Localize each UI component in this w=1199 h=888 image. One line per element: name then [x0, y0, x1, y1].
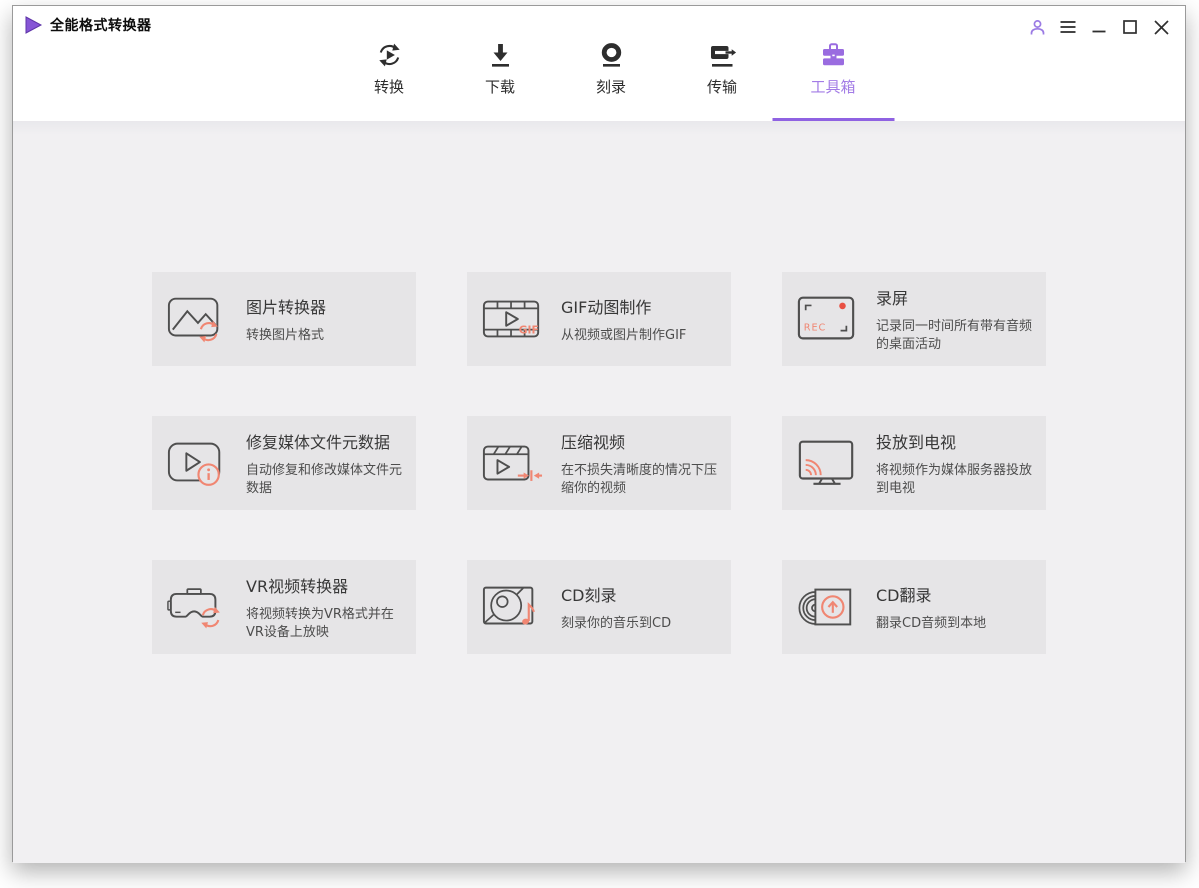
main-nav: 转换 下载 刻录 传输 工具箱 — [334, 39, 894, 121]
user-icon[interactable] — [1026, 16, 1048, 38]
card-title: 投放到电视 — [876, 432, 957, 452]
gif-icon-text: GIF — [519, 324, 539, 337]
window-controls — [1026, 16, 1172, 38]
burn-icon — [597, 39, 625, 69]
maximize-icon[interactable] — [1119, 16, 1141, 38]
card-subtitle: 将视频转换为VR格式并在VR设备上放映 — [246, 606, 394, 640]
cd-burn-icon — [482, 586, 535, 625]
card-title: CD翻录 — [876, 585, 932, 605]
menu-icon[interactable] — [1057, 16, 1079, 38]
vr-converter-icon — [167, 588, 220, 629]
card-subtitle: 翻录CD音频到本地 — [876, 615, 987, 631]
titlebar: 全能格式转换器 — [23, 15, 152, 35]
gif-maker-icon: GIF — [482, 300, 540, 338]
card-subtitle: 从视频或图片制作GIF — [561, 327, 687, 343]
toolbox-panel: 图片转换器 转换图片格式 GIF GIF动图制作 从视频或图片制作GIF REC… — [13, 121, 1185, 863]
card-cast-to-tv[interactable]: 投放到电视 将视频作为媒体服务器投放到电视 — [782, 416, 1046, 510]
tab-convert-label: 转换 — [373, 78, 404, 96]
card-title: 录屏 — [876, 288, 909, 308]
tab-burn-label: 刻录 — [595, 78, 626, 96]
tab-transfer-label: 传输 — [706, 78, 737, 96]
cd-rip-icon — [798, 588, 852, 626]
card-subtitle: 在不损失清晰度的情况下压缩你的视频 — [561, 462, 718, 496]
tab-burn[interactable]: 刻录 — [556, 39, 667, 121]
image-converter-icon — [167, 297, 219, 343]
cast-to-tv-icon — [798, 440, 854, 485]
card-subtitle: 记录同一时间所有带有音频的桌面活动 — [876, 318, 1033, 352]
card-title: GIF动图制作 — [561, 297, 652, 317]
app-logo-icon — [25, 16, 43, 34]
tab-download[interactable]: 下载 — [445, 39, 556, 121]
minimize-icon[interactable] — [1088, 16, 1110, 38]
card-fix-metadata[interactable]: 修复媒体文件元数据 自动修复和修改媒体文件元数据 — [152, 416, 416, 510]
download-icon — [486, 39, 514, 69]
fix-metadata-icon — [167, 442, 221, 486]
tab-transfer[interactable]: 传输 — [667, 39, 778, 121]
card-title: 修复媒体文件元数据 — [246, 432, 391, 452]
card-subtitle: 自动修复和修改媒体文件元数据 — [246, 462, 403, 496]
close-icon[interactable] — [1150, 16, 1172, 38]
rec-icon-text: REC — [804, 323, 827, 334]
transfer-icon — [708, 39, 736, 69]
card-image-converter[interactable]: 图片转换器 转换图片格式 — [152, 272, 416, 366]
header: 全能格式转换器 转换 下载 刻录 传输 工具箱 — [13, 6, 1185, 121]
card-subtitle: 刻录你的音乐到CD — [561, 615, 672, 631]
card-subtitle: 转换图片格式 — [246, 327, 325, 343]
app-title: 全能格式转换器 — [50, 18, 152, 34]
convert-icon — [375, 39, 403, 69]
toolbox-icon — [819, 39, 847, 69]
card-compress-video[interactable]: 压缩视频 在不损失清晰度的情况下压缩你的视频 — [467, 416, 731, 510]
card-title: 压缩视频 — [561, 432, 626, 452]
tab-toolbox[interactable]: 工具箱 — [772, 39, 894, 121]
screen-recorder-icon: REC — [797, 296, 855, 340]
card-subtitle: 将视频作为媒体服务器投放到电视 — [876, 462, 1033, 496]
app-window: 全能格式转换器 转换 下载 刻录 传输 工具箱 图片转换器 转换图片格式 GIF… — [12, 5, 1186, 863]
tab-convert[interactable]: 转换 — [334, 39, 445, 121]
tab-toolbox-label: 工具箱 — [810, 78, 856, 96]
compress-video-icon — [482, 445, 543, 481]
card-title: CD刻录 — [561, 585, 617, 605]
tab-download-label: 下载 — [484, 78, 515, 96]
card-cd-burn[interactable]: CD刻录 刻录你的音乐到CD — [467, 560, 731, 654]
card-title: VR视频转换器 — [246, 576, 349, 596]
card-vr-converter[interactable]: VR视频转换器 将视频转换为VR格式并在VR设备上放映 — [152, 560, 416, 654]
card-cd-rip[interactable]: CD翻录 翻录CD音频到本地 — [782, 560, 1046, 654]
card-title: 图片转换器 — [246, 297, 327, 317]
card-screen-recorder[interactable]: REC 录屏 记录同一时间所有带有音频的桌面活动 — [782, 272, 1046, 366]
card-gif-maker[interactable]: GIF GIF动图制作 从视频或图片制作GIF — [467, 272, 731, 366]
tool-grid: 图片转换器 转换图片格式 GIF GIF动图制作 从视频或图片制作GIF REC… — [13, 121, 1185, 654]
